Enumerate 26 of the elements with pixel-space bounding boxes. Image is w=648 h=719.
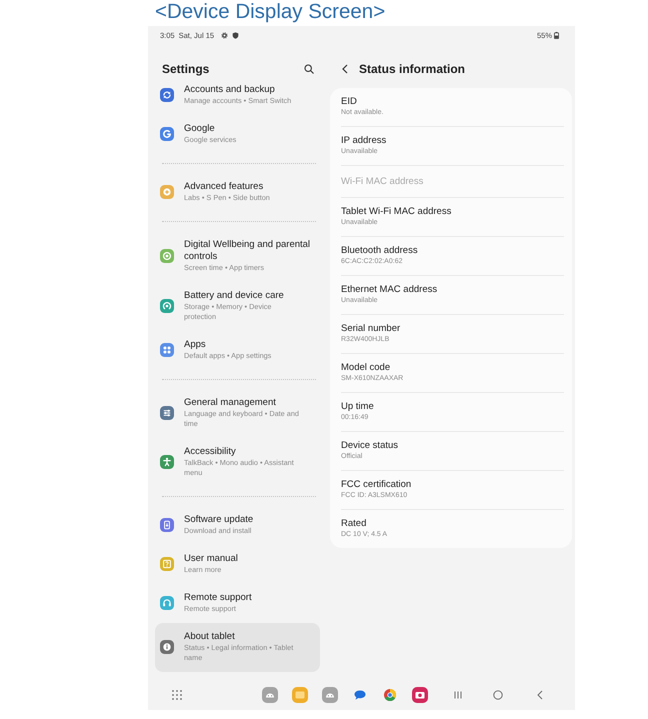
color-wheel-icon[interactable] — [382, 687, 398, 703]
home-icon[interactable] — [493, 690, 503, 700]
info-label: Serial number — [341, 323, 402, 335]
info-label: FCC certification — [341, 479, 412, 491]
info-label: Model code — [341, 362, 392, 374]
recents-icon[interactable] — [453, 690, 463, 700]
apps-grid-icon[interactable] — [171, 689, 183, 701]
back-icon[interactable] — [536, 690, 544, 700]
info-label: Ethernet MAC address — [341, 284, 438, 296]
info-label: Rated — [341, 518, 368, 530]
page-heading: <Device Display Screen> — [155, 0, 386, 24]
battery-icon — [554, 32, 559, 38]
info-label: Device status — [341, 440, 400, 452]
camera-app-icon[interactable] — [412, 687, 428, 703]
status-information-title: Status information — [359, 62, 466, 76]
shield-icon — [232, 32, 240, 38]
gear-icon — [221, 32, 228, 38]
info-label: Tablet Wi-Fi MAC address — [341, 206, 452, 218]
info-label: IP address — [341, 135, 388, 147]
info-label: EID — [341, 96, 358, 108]
info-label: Up time — [341, 401, 375, 413]
info-label: Wi-Fi MAC address — [341, 176, 424, 188]
back-chevron-icon[interactable] — [341, 64, 349, 74]
search-icon[interactable] — [304, 64, 314, 74]
settings-title: Settings — [162, 62, 210, 76]
info-label: Bluetooth address — [341, 245, 419, 257]
